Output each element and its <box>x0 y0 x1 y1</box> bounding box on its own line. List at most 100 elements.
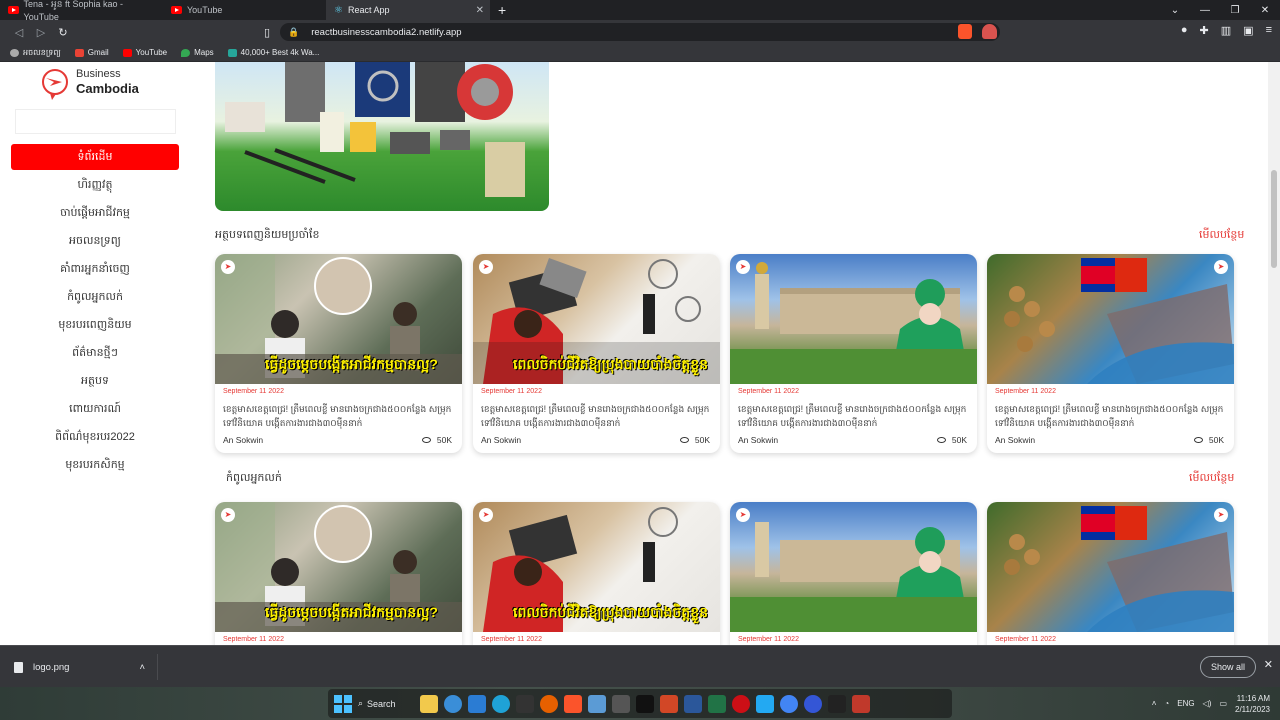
close-downloads-icon[interactable]: ✕ <box>1264 658 1273 671</box>
wifi-icon[interactable]: ◔ <box>1164 699 1169 708</box>
puzzle-icon[interactable]: ✚ <box>1200 24 1209 37</box>
back-icon[interactable]: ◁ <box>8 26 30 39</box>
chrome-icon[interactable] <box>780 694 798 713</box>
bookmark-item[interactable]: YouTube <box>122 48 167 57</box>
sidebar-item-ads[interactable]: ពោយការណ៍ <box>11 396 179 422</box>
sidebar-search-input[interactable] <box>15 109 176 134</box>
see-more-link[interactable]: មើលបន្ថែម <box>1189 471 1234 487</box>
excel-icon[interactable] <box>708 694 726 713</box>
reload-icon[interactable]: ↻ <box>52 26 74 39</box>
new-tab-button[interactable]: + <box>498 2 506 18</box>
chevron-up-icon[interactable]: ˄ <box>139 662 145 673</box>
show-all-button[interactable]: Show all <box>1199 656 1256 678</box>
edge-icon[interactable] <box>492 694 510 713</box>
app-icon[interactable] <box>852 694 870 713</box>
bookmark-item[interactable]: Maps <box>181 48 214 57</box>
bookmark-item[interactable]: Gmail <box>74 48 109 57</box>
clock[interactable]: 11:16 AM 2/11/2023 <box>1235 693 1270 715</box>
article-card[interactable]: ➤ September 11 2022 <box>730 502 977 645</box>
maps-icon <box>181 48 191 57</box>
chevron-up-icon[interactable]: ˄ <box>1152 699 1157 708</box>
article-card[interactable]: ➤ September 11 2022 ខេត្តមាសខេត្តពេជ្រ! … <box>987 254 1234 453</box>
sidebar-item-start-business[interactable]: ចាប់ផ្តើមអាជីវកម្ម <box>11 200 179 226</box>
brave-rewards-icon[interactable] <box>982 24 997 39</box>
sidebar-item-exporters[interactable]: គាំពារអ្នកនាំចេញ <box>11 256 179 282</box>
sidebar-item-agriculture[interactable]: មុខរបរកសិកម្ម <box>11 452 179 478</box>
color-extension-icon[interactable]: ● <box>1181 24 1188 37</box>
sidebar-item-expo-2022[interactable]: ពិព័ណ៌មុខរបរ2022 <box>11 424 179 450</box>
page-scrollbar[interactable] <box>1268 62 1280 645</box>
volume-icon[interactable]: ◁) <box>1203 699 1212 708</box>
tab-react-app[interactable]: ⚛ React App ✕ <box>326 0 490 20</box>
article-thumbnail: ➤ ពេលចិកប់ជីវិតឱ្យប្រុងបាយបាំងចិត្តខ្លួន <box>473 254 720 384</box>
powerpoint-icon[interactable] <box>660 694 678 713</box>
app-icon[interactable] <box>444 694 462 713</box>
sidebar-item-home[interactable]: ទំព័រដើម <box>11 144 179 170</box>
start-icon[interactable] <box>334 694 352 713</box>
tiktok-icon[interactable] <box>636 694 654 713</box>
sidebar-item-articles[interactable]: អត្ថបទ <box>11 368 179 394</box>
promo-banner-image[interactable] <box>215 62 549 211</box>
app-icon[interactable] <box>516 694 534 713</box>
eye-icon <box>679 437 689 443</box>
tab-search-icon[interactable]: ⌄ <box>1160 5 1190 16</box>
firefox-icon[interactable] <box>540 694 558 713</box>
brave-shields-icon[interactable] <box>958 24 972 39</box>
article-card[interactable]: ➤ ពេលចិកប់ជីវិតឱ្យប្រុងបាយបាំងចិត្តខ្លួន… <box>473 502 720 645</box>
restore-icon[interactable]: ❐ <box>1220 5 1250 16</box>
language-indicator[interactable]: ENG <box>1177 699 1194 708</box>
app-icon[interactable] <box>804 694 822 713</box>
brand-top: Business <box>76 68 121 80</box>
wallet-icon[interactable]: ▣ <box>1243 24 1253 37</box>
bookmark-item[interactable]: 40,000+ Best 4k Wa... <box>227 48 319 57</box>
bookmark-page-icon[interactable]: ▯ <box>256 26 278 39</box>
article-card[interactable]: ➤ ពេលចិកប់ជីវិតឱ្យប្រុងបាយបាំងចិត្តខ្លួន… <box>473 254 720 453</box>
system-tray: ˄ ◔ ENG ◁) ▭ 11:16 AM 2/11/2023 <box>1152 687 1280 720</box>
url-field[interactable]: 🔒 reactbusinesscambodia2.netlify.app <box>280 23 1000 41</box>
word-icon[interactable] <box>684 694 702 713</box>
article-card[interactable]: ➤ ធ្វើដូចម្តេចបង្កើតអាជីវកម្មបានល្អ? Sep… <box>215 502 462 645</box>
tab-youtube-song[interactable]: Tena - អូន ft Sophia kao - YouTube <box>0 0 163 22</box>
youtube-icon <box>171 6 182 14</box>
main-content: អត្ថបទពេញនិយមប្រចាំខែ មើលបន្ថែម ➤ ធ្វើដូ… <box>190 62 1268 645</box>
article-card[interactable]: ➤ September 11 2022 ខេត្តមាសខេត្តពេជ្រ! … <box>730 254 977 453</box>
opera-icon[interactable] <box>732 694 750 713</box>
page-viewport: Business Cambodia ទំព័រដើម ហិរញ្ញវត្ថុ ច… <box>0 62 1268 645</box>
menu-icon[interactable]: ≡ <box>1266 24 1272 37</box>
bookmark-item[interactable]: អចលនទ្រព្យ <box>10 47 61 59</box>
url-text: reactbusinesscambodia2.netlify.app <box>311 26 462 38</box>
terminal-icon[interactable] <box>828 694 846 713</box>
sidebar-item-finance[interactable]: ហិរញ្ញវត្ថុ <box>11 172 179 198</box>
minimize-icon[interactable]: — <box>1190 5 1220 16</box>
file-explorer-icon[interactable] <box>420 694 438 713</box>
brave-icon[interactable] <box>564 694 582 713</box>
article-card[interactable]: ➤ ធ្វើដូចម្តេចបង្កើតអាជីវកម្មបានល្អ? Sep… <box>215 254 462 453</box>
article-card[interactable]: ➤ September 11 2022 <box>987 502 1234 645</box>
scrollbar-thumb[interactable] <box>1271 170 1277 268</box>
site-logo[interactable]: Business Cambodia <box>40 68 139 102</box>
vscode-icon[interactable] <box>468 694 486 713</box>
see-more-link[interactable]: មើលបន្ថែម <box>1199 228 1244 244</box>
app-icon[interactable] <box>612 694 630 713</box>
battery-icon[interactable]: ▭ <box>1219 699 1227 708</box>
sidebar-item-popular-business[interactable]: មុខរបរពេញនិយម <box>11 312 179 338</box>
sidebar-item-news[interactable]: ព័ត៌មានថ្មីៗ <box>11 340 179 366</box>
download-item[interactable]: logo.png ˄ <box>8 654 158 680</box>
wallpaper-site-icon <box>227 48 237 57</box>
vscode-insiders-icon[interactable] <box>756 694 774 713</box>
article-date: September 11 2022 <box>223 388 284 395</box>
view-count: 50K <box>421 435 452 445</box>
sidebar-item-top-sellers[interactable]: កំពូលអ្នកលក់ <box>11 284 179 310</box>
forward-icon[interactable]: ▷ <box>30 26 52 39</box>
youtube-icon <box>8 6 19 14</box>
close-window-icon[interactable]: ✕ <box>1250 5 1280 16</box>
close-tab-icon[interactable]: ✕ <box>476 5 484 16</box>
mail-icon[interactable] <box>588 694 606 713</box>
thumbnail-caption: ពេលចិកប់ជីវិតឱ្យប្រុងបាយបាំងចិត្តខ្លួន <box>513 604 708 620</box>
tab-youtube[interactable]: YouTube <box>163 0 326 20</box>
sidebar-item-real-estate[interactable]: អចលនទ្រព្យ <box>11 228 179 254</box>
sidebar-icon[interactable]: ▥ <box>1221 24 1231 37</box>
brand-badge-icon: ➤ <box>221 260 235 274</box>
taskbar-search[interactable]: ⌕ Search <box>358 698 414 709</box>
tab-label: Tena - អូន ft Sophia kao - YouTube <box>23 0 124 22</box>
